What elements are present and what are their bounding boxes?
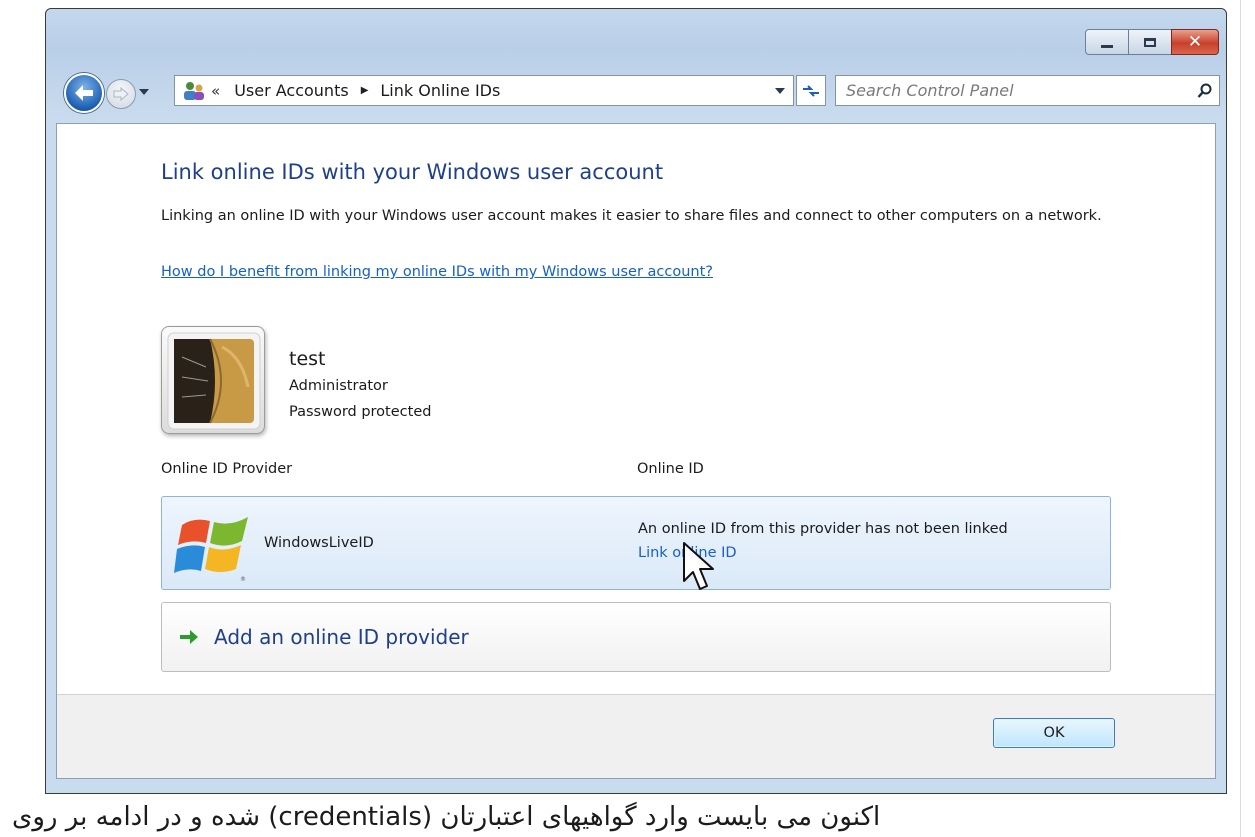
refresh-icon: [803, 84, 819, 97]
page: ✕ « User Accounts ▶ Link Online IDs Sear…: [0, 0, 1255, 837]
breadcrumb-overflow[interactable]: «: [211, 82, 220, 100]
ok-button[interactable]: OK: [993, 718, 1115, 748]
address-dropdown[interactable]: [775, 88, 785, 94]
caption-text: اکنون می بایست وارد گواهیهای اعتبارتان (…: [12, 802, 881, 832]
control-panel-window: ✕ « User Accounts ▶ Link Online IDs Sear…: [45, 8, 1227, 794]
search-icon[interactable]: [1191, 83, 1219, 99]
user-role: Administrator: [289, 378, 388, 394]
back-arrow-icon: [75, 85, 93, 101]
avatar[interactable]: [161, 326, 265, 434]
breadcrumb-user-accounts[interactable]: User Accounts: [234, 81, 349, 100]
breadcrumb-separator-icon[interactable]: ▶: [361, 85, 369, 96]
windows-logo-icon: ®: [174, 517, 248, 583]
svg-text:®: ®: [240, 576, 246, 583]
search-box[interactable]: [835, 75, 1220, 106]
close-icon: ✕: [1187, 31, 1203, 52]
forward-arrow-icon: [113, 87, 129, 101]
add-provider-label: Add an online ID provider: [214, 625, 469, 649]
address-bar[interactable]: « User Accounts ▶ Link Online IDs: [174, 75, 794, 106]
maximize-icon: [1144, 37, 1156, 47]
provider-name: WindowsLiveID: [264, 535, 374, 551]
close-button[interactable]: ✕: [1171, 29, 1219, 55]
page-description: Linking an online ID with your Windows u…: [161, 208, 1102, 224]
user-password-status: Password protected: [289, 404, 432, 420]
user-name: test: [289, 348, 326, 370]
page-divider: [1240, 0, 1241, 837]
content-pane: Link online IDs with your Windows user a…: [56, 123, 1216, 779]
search-input[interactable]: [836, 76, 1191, 105]
mouse-cursor-icon: [683, 542, 714, 590]
minimize-button[interactable]: [1085, 29, 1129, 55]
green-arrow-icon: [180, 630, 198, 644]
window-controls: ✕: [1085, 29, 1219, 55]
provider-link-status: An online ID from this provider has not …: [638, 521, 1008, 537]
page-title: Link online IDs with your Windows user a…: [161, 160, 664, 184]
add-provider-button[interactable]: Add an online ID provider: [161, 602, 1111, 672]
minimize-icon: [1101, 44, 1113, 48]
column-header-provider: Online ID Provider: [161, 461, 293, 477]
column-header-online-id: Online ID: [637, 461, 704, 477]
refresh-button[interactable]: [796, 75, 826, 106]
breadcrumb-link-online-ids[interactable]: Link Online IDs: [380, 81, 500, 100]
recent-pages-dropdown[interactable]: [139, 89, 149, 95]
user-accounts-icon: [181, 80, 207, 102]
maximize-button[interactable]: [1128, 29, 1172, 55]
forward-button[interactable]: [106, 79, 136, 109]
provider-row-windowsliveid[interactable]: ® WindowsLiveID An online ID from this p…: [161, 496, 1111, 590]
back-button[interactable]: [64, 73, 104, 113]
help-link[interactable]: How do I benefit from linking my online …: [161, 264, 713, 280]
